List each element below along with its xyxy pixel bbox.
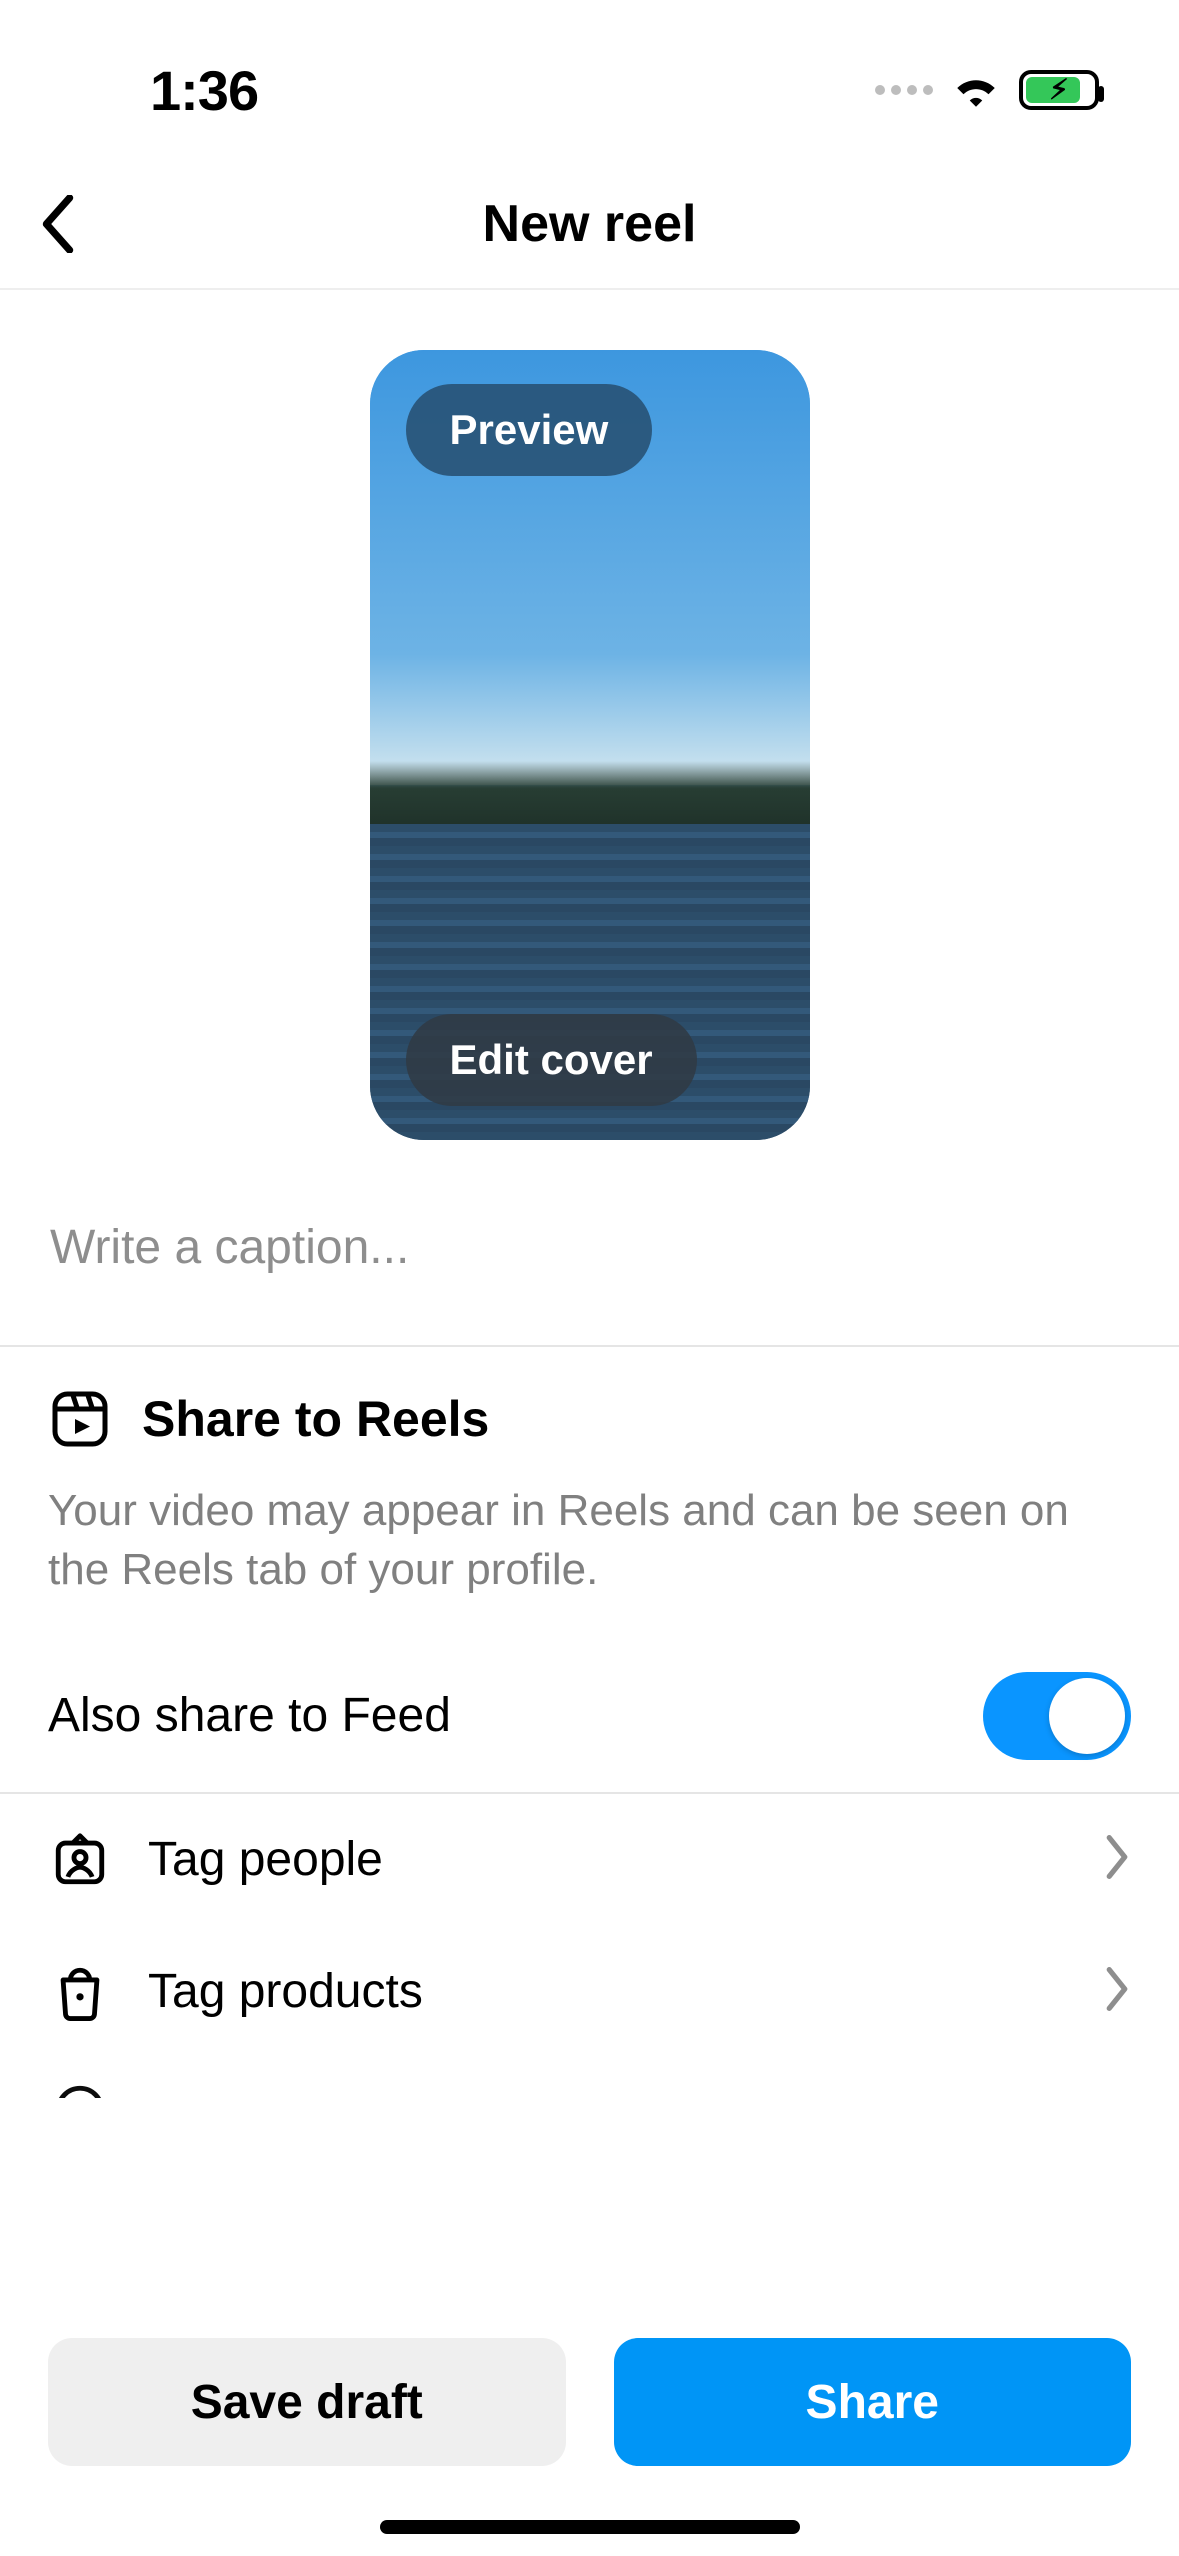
status-bar: 1:36 ⚡︎ xyxy=(0,0,1179,160)
chevron-right-icon xyxy=(1103,1967,1131,2016)
tag-products-label: Tag products xyxy=(148,1964,423,2019)
also-share-feed-toggle[interactable] xyxy=(983,1672,1131,1760)
preview-button[interactable]: Preview xyxy=(406,384,653,476)
reel-preview-area: Preview Edit cover xyxy=(0,290,1179,1180)
status-time: 1:36 xyxy=(150,58,258,123)
cellular-icon xyxy=(875,85,933,95)
caption-input[interactable] xyxy=(50,1220,1129,1275)
nav-header: New reel xyxy=(0,160,1179,290)
wifi-icon xyxy=(951,68,1001,113)
back-button[interactable] xyxy=(28,194,88,254)
tag-people-label: Tag people xyxy=(148,1832,383,1887)
page-title: New reel xyxy=(0,194,1179,254)
circle-icon xyxy=(48,2078,112,2098)
bottom-action-bar: Save draft Share xyxy=(0,2308,1179,2556)
shopping-bag-icon xyxy=(48,1960,112,2024)
save-draft-button[interactable]: Save draft xyxy=(48,2338,566,2466)
share-button[interactable]: Share xyxy=(614,2338,1132,2466)
tag-people-icon xyxy=(48,1828,112,1892)
reel-thumbnail[interactable]: Preview Edit cover xyxy=(370,350,810,1140)
share-to-reels-section: Share to Reels Your video may appear in … xyxy=(0,1347,1179,1640)
tag-products-row[interactable]: Tag products xyxy=(0,1926,1179,2058)
also-share-feed-label: Also share to Feed xyxy=(48,1688,451,1743)
caption-row xyxy=(0,1180,1179,1345)
share-to-reels-title: Share to Reels xyxy=(142,1390,489,1448)
home-indicator[interactable] xyxy=(380,2520,800,2534)
share-to-reels-subtitle: Your video may appear in Reels and can b… xyxy=(48,1481,1131,1600)
tag-people-row[interactable]: Tag people xyxy=(0,1794,1179,1926)
edit-cover-button[interactable]: Edit cover xyxy=(406,1014,697,1106)
content-scroll[interactable]: Preview Edit cover Share to Reels Your v… xyxy=(0,290,1179,2306)
partial-row[interactable] xyxy=(0,2058,1179,2098)
status-indicators: ⚡︎ xyxy=(875,68,1099,113)
reels-icon xyxy=(48,1387,112,1451)
chevron-right-icon xyxy=(1103,1835,1131,1884)
also-share-feed-row: Also share to Feed xyxy=(0,1640,1179,1792)
battery-icon: ⚡︎ xyxy=(1019,70,1099,110)
